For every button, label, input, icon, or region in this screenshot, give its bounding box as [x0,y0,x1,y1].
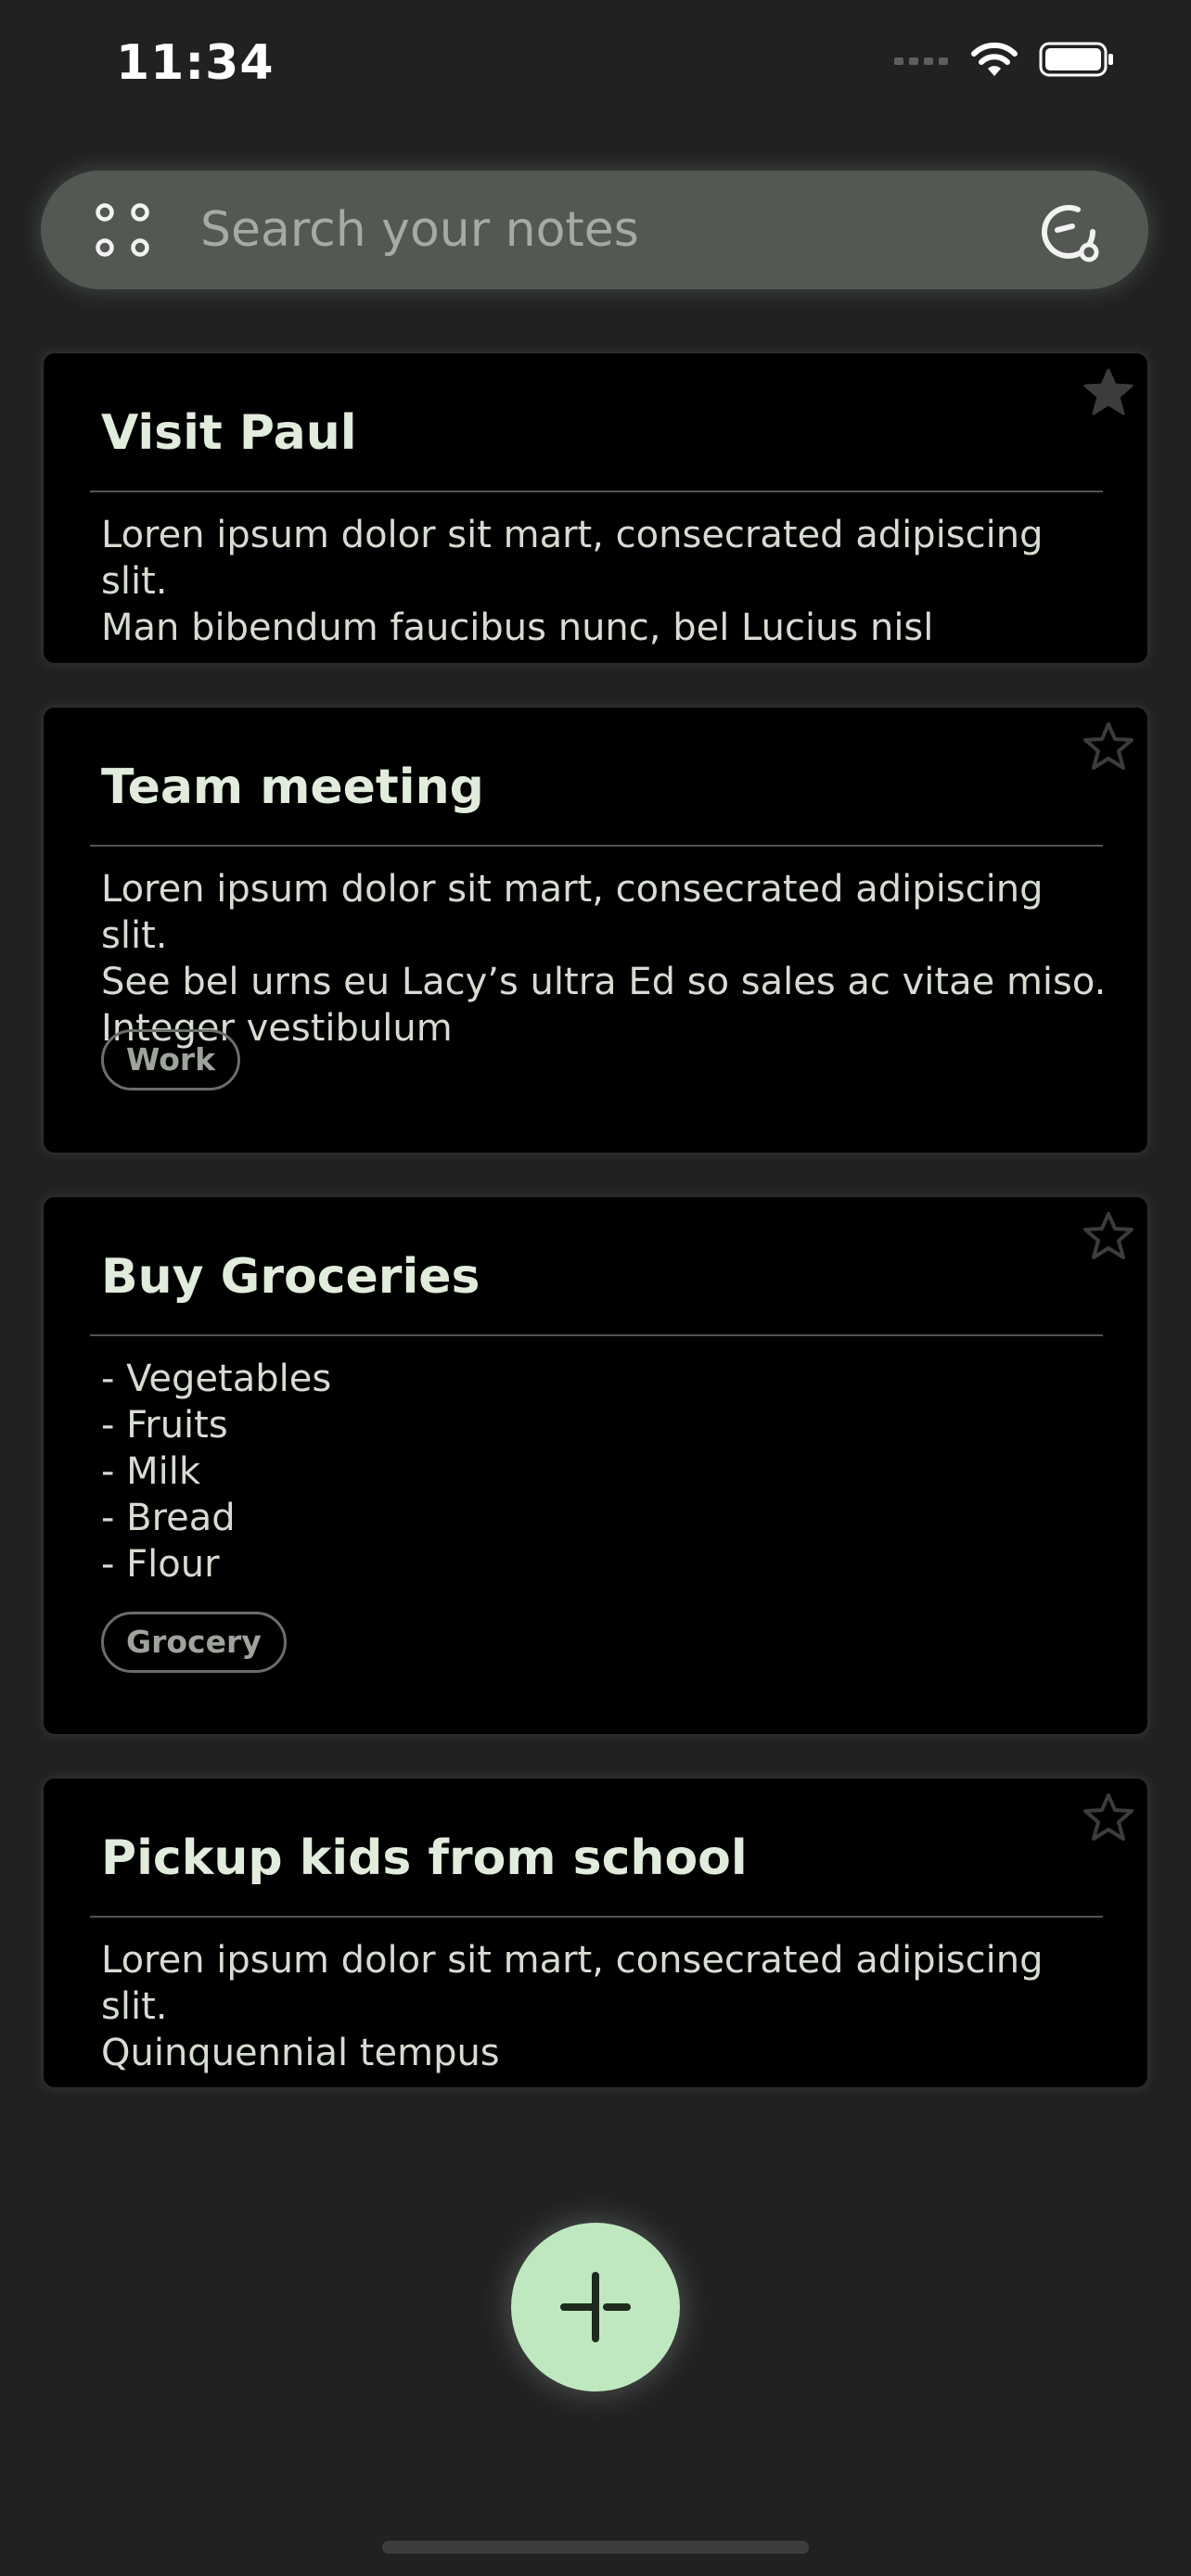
note-divider [90,1916,1103,1918]
add-note-button[interactable] [511,2223,680,2391]
note-card[interactable]: Pickup kids from school Loren ipsum dolo… [44,1779,1147,2087]
note-card[interactable]: Visit Paul Loren ipsum dolor sit mart, c… [44,353,1147,663]
notes-screen: 11:34 Search your notes Visit Paul Loren… [0,0,1191,2576]
note-body: Loren ipsum dolor sit mart, consecrated … [101,1939,1044,2074]
note-divider [90,845,1103,847]
note-card[interactable]: Team meeting Loren ipsum dolor sit mart,… [44,708,1147,1153]
wifi-icon [971,42,1018,76]
home-indicator[interactable] [382,2541,809,2554]
note-body: Loren ipsum dolor sit mart, consecrated … [101,514,1044,649]
refresh-sync-icon[interactable] [1035,198,1102,265]
note-title: Team meeting [101,759,484,815]
note-divider [90,1334,1103,1336]
star-outline-icon[interactable] [1082,1210,1134,1262]
tag-chip[interactable]: Work [101,1029,241,1090]
tag-chip[interactable]: Grocery [101,1612,287,1673]
star-outline-icon[interactable] [1082,1792,1134,1843]
search-input[interactable]: Search your notes [200,171,639,289]
note-title: Visit Paul [101,405,357,461]
star-filled-icon[interactable] [1082,366,1134,418]
grid-dots-icon[interactable] [95,202,150,258]
star-outline-icon[interactable] [1082,721,1134,772]
battery-icon [1039,42,1113,77]
status-time: 11:34 [116,35,275,91]
note-body: Loren ipsum dolor sit mart, consecrated … [101,868,1107,1050]
note-title: Buy Groceries [101,1249,480,1305]
note-title: Pickup kids from school [101,1830,748,1886]
signal-icon [894,57,948,65]
search-bar[interactable]: Search your notes [41,171,1148,289]
note-card[interactable]: Buy Groceries - Vegetables - Fruits - Mi… [44,1197,1147,1734]
note-body: - Vegetables - Fruits - Milk - Bread - F… [101,1358,332,1586]
plus-icon [560,2272,631,2342]
note-divider [90,491,1103,492]
status-icons [894,41,1115,78]
